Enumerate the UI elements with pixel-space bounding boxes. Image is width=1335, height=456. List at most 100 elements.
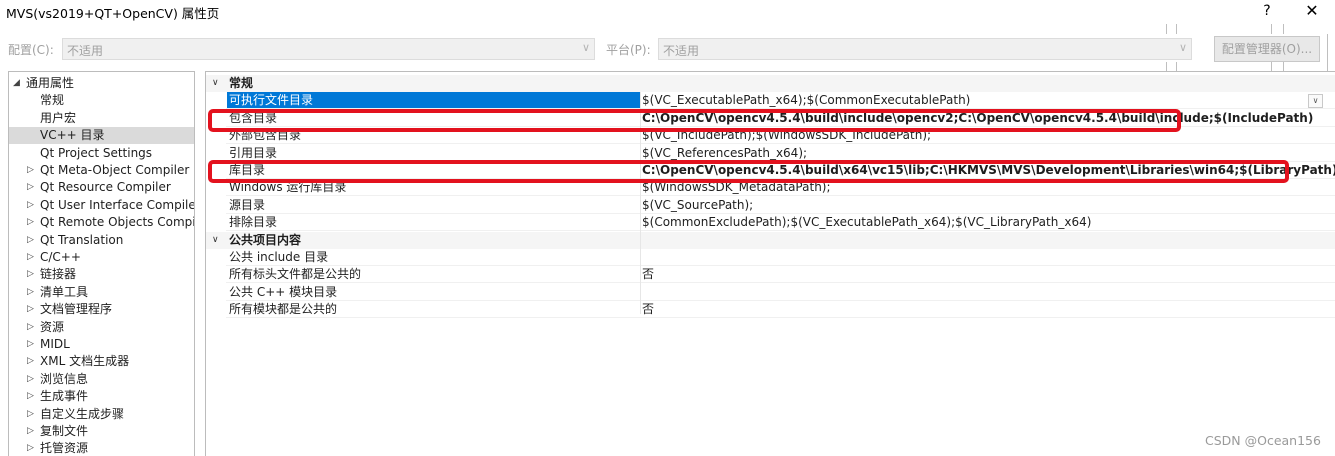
category-header[interactable]: ∨ 公共项目内容 [206, 231, 1335, 249]
tree-item[interactable]: ▷ Qt Resource Compiler [27, 179, 194, 196]
property-name: 源目录 [229, 197, 266, 212]
collapsed-triangle-icon: ▷ [27, 234, 34, 245]
divider [1327, 34, 1328, 72]
tree-item[interactable]: ▷ 资源 [27, 319, 194, 336]
property-value[interactable]: $(VC_SourcePath); [642, 197, 753, 214]
category-title: 公共项目内容 [229, 232, 302, 247]
tree-item[interactable]: ▷ MIDL [27, 336, 194, 353]
highlight-library-directories [208, 160, 1289, 183]
collapsed-triangle-icon: ▷ [27, 199, 34, 210]
property-name: 所有标头文件都是公共的 [229, 267, 362, 282]
highlight-include-directories [208, 109, 1181, 132]
collapsed-triangle-icon: ▷ [27, 391, 34, 402]
tree-item[interactable]: Qt Project Settings [9, 145, 194, 162]
category-title: 常规 [229, 76, 254, 90]
tree-item[interactable]: ▷ 生成事件 [27, 388, 194, 405]
collapsed-triangle-icon: ▷ [27, 426, 34, 436]
chevron-down-icon[interactable]: ∨ [212, 75, 219, 92]
tree-item-label: 清单工具 [40, 284, 89, 299]
property-row[interactable]: 公共 C++ 模块目录 [206, 284, 1335, 301]
tree-item[interactable]: ▷ C/C++ [27, 249, 194, 266]
property-row[interactable]: 公共 include 目录 [206, 249, 1335, 266]
tree-item-label: 常规 [40, 93, 65, 108]
collapsed-triangle-icon: ▷ [27, 356, 34, 367]
tree-item[interactable]: ▷ 清单工具 [27, 284, 194, 301]
chevron-down-icon[interactable]: ∨ [212, 232, 219, 249]
property-value[interactable]: 否 [642, 301, 654, 318]
property-row[interactable]: 排除目录 $(CommonExcludePath);$(VC_Executable… [206, 214, 1335, 232]
tree-item[interactable]: ▷ 链接器 [27, 266, 194, 283]
property-row[interactable]: 所有标头文件都是公共的 否 [206, 266, 1335, 284]
tree-item-label: Qt Project Settings [40, 145, 153, 160]
property-name: 公共 C++ 模块目录 [229, 284, 338, 299]
collapsed-triangle-icon: ▷ [27, 269, 34, 280]
tree-item-label: 用户宏 [40, 110, 77, 125]
tree-item-label: C/C++ [40, 250, 81, 264]
collapsed-triangle-icon: ▷ [27, 182, 34, 193]
collapsed-triangle-icon: ▷ [27, 286, 34, 297]
tree-item-label: 文档管理程序 [40, 302, 113, 317]
tree-item[interactable]: 常规 [9, 92, 194, 109]
tree-item-label: Qt Resource Compiler [40, 180, 171, 195]
tree-item[interactable]: ▷ XML 文档生成器 [27, 353, 194, 370]
tree-item[interactable]: ▷ Qt User Interface Compiler [27, 197, 195, 214]
tree-root-common-properties[interactable]: ◢ 通用属性 [13, 75, 191, 92]
tree-item-label: 浏览信息 [40, 371, 89, 386]
title-bar: MVS(vs2019+QT+OpenCV) 属性页 ? ✕ [0, 0, 1335, 22]
tree-item[interactable]: VC++ 目录 [9, 127, 194, 145]
tree-item[interactable]: ▷ 文档管理程序 [27, 301, 194, 318]
config-combo[interactable]: 不适用 ∨ [62, 38, 595, 60]
category-header[interactable]: ∨ 常规 [206, 75, 1335, 92]
property-value[interactable]: 否 [642, 266, 654, 283]
tree-item-label: Qt Translation [40, 232, 124, 247]
property-value[interactable]: $(CommonExcludePath);$(VC_ExecutablePath… [642, 214, 1091, 231]
configuration-manager-button[interactable]: 配置管理器(O)... [1214, 36, 1320, 62]
tree-root-label: 通用属性 [26, 76, 75, 90]
tree-item-label: 生成事件 [40, 389, 89, 404]
value-dropdown-button[interactable]: ∨ [1308, 94, 1323, 108]
property-name: 排除目录 [229, 215, 278, 230]
collapsed-triangle-icon: ▷ [27, 373, 34, 384]
collapsed-triangle-icon: ▷ [27, 339, 34, 349]
config-label: 配置(C): [8, 43, 54, 57]
divider [1166, 24, 1167, 34]
platform-value: 不适用 [663, 44, 700, 58]
chevron-down-icon: ∨ [581, 41, 590, 54]
tree-item[interactable]: ▷ Qt Remote Objects Compil [27, 214, 194, 231]
property-name: 所有模块都是公共的 [229, 302, 338, 317]
tree-item-label: Qt Meta-Object Compiler [40, 163, 190, 177]
tree-item[interactable]: ▷ 复制文件 [27, 423, 194, 440]
property-name: 公共 include 目录 [229, 250, 329, 264]
divider [1271, 24, 1272, 34]
expanded-triangle-icon: ◢ [13, 78, 20, 88]
tree-item[interactable]: ▷ 浏览信息 [27, 371, 194, 388]
tree-item-label: 资源 [40, 319, 65, 334]
tree-item[interactable]: ▷ 自定义生成步骤 [27, 406, 194, 423]
config-value: 不适用 [67, 44, 104, 58]
property-value[interactable]: $(VC_ExecutablePath_x64);$(CommonExecuta… [642, 92, 970, 109]
configuration-bar: 配置(C): 不适用 ∨ 平台(P): 不适用 ∨ 配置管理器(O)... [0, 24, 1335, 72]
property-row[interactable]: 可执行文件目录 $(VC_ExecutablePath_x64);$(Common… [206, 92, 1335, 110]
tree-item[interactable]: 用户宏 [9, 110, 194, 127]
collapsed-triangle-icon: ▷ [27, 217, 34, 228]
property-row[interactable]: 源目录 $(VC_SourcePath); [206, 197, 1335, 214]
tree-item-label: 复制文件 [40, 424, 89, 438]
row-divider [226, 317, 1335, 319]
property-row[interactable]: 所有模块都是公共的 否 [206, 301, 1335, 319]
chevron-down-icon: ∨ [1178, 41, 1187, 54]
tree-item-label: 自定义生成步骤 [40, 406, 125, 421]
close-button[interactable]: ✕ [1297, 1, 1327, 21]
tree-item[interactable]: ▷ 托管资源 [27, 440, 194, 456]
tree-item[interactable]: ▷ Qt Meta-Object Compiler [27, 162, 194, 179]
tree-item-label: 链接器 [40, 267, 77, 282]
tree-item[interactable]: ▷ Qt Translation [27, 232, 194, 249]
collapsed-triangle-icon: ▷ [27, 165, 34, 175]
collapsed-triangle-icon: ▷ [27, 408, 34, 419]
tree-item-label: 托管资源 [40, 441, 89, 456]
collapsed-triangle-icon: ▷ [27, 304, 34, 315]
divider [1176, 24, 1177, 34]
tree-item-label: Qt User Interface Compiler [40, 197, 195, 212]
property-name: 可执行文件目录 [227, 92, 640, 110]
platform-combo[interactable]: 不适用 ∨ [658, 38, 1192, 60]
help-button[interactable]: ? [1252, 1, 1282, 21]
